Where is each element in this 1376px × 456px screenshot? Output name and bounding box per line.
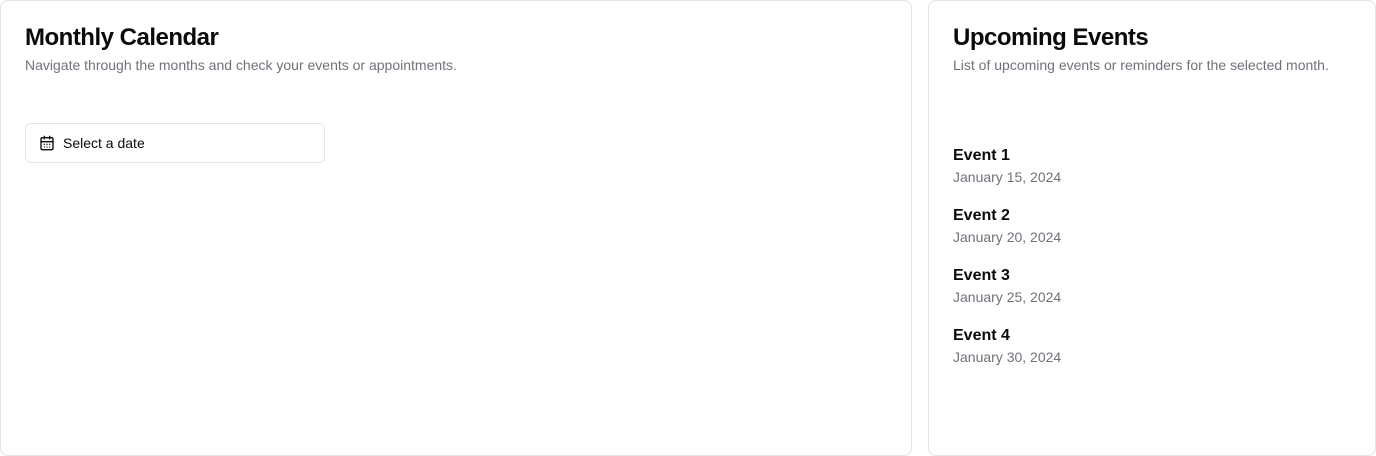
- event-item: Event 1 January 15, 2024: [953, 145, 1061, 205]
- event-item: Event 3 January 25, 2024: [953, 265, 1061, 325]
- event-name: Event 3: [953, 267, 1010, 284]
- events-card-header: Upcoming Events List of upcoming events …: [929, 1, 1375, 75]
- event-item: Event 2 January 20, 2024: [953, 205, 1061, 265]
- events-list: Event 1 January 15, 2024 Event 2 January…: [953, 145, 1061, 385]
- events-description: List of upcoming events or reminders for…: [953, 57, 1329, 73]
- calendar-card-header: Monthly Calendar Navigate through the mo…: [1, 1, 911, 75]
- events-title: Upcoming Events: [953, 24, 1149, 51]
- calendar-card: Monthly Calendar Navigate through the mo…: [0, 0, 912, 456]
- date-picker-label: Select a date: [63, 135, 145, 151]
- event-date: January 30, 2024: [953, 349, 1062, 365]
- event-name: Event 4: [953, 327, 1010, 344]
- event-name: Event 1: [953, 147, 1010, 164]
- event-item: Event 4 January 30, 2024: [953, 325, 1061, 385]
- event-date: January 25, 2024: [953, 289, 1062, 305]
- events-card: Upcoming Events List of upcoming events …: [928, 0, 1376, 456]
- event-name: Event 2: [953, 207, 1010, 224]
- calendar-title: Monthly Calendar: [25, 24, 219, 51]
- date-picker-button[interactable]: Select a date: [25, 123, 325, 163]
- page-layout: Monthly Calendar Navigate through the mo…: [0, 0, 1376, 456]
- event-date: January 20, 2024: [953, 229, 1062, 245]
- calendar-description: Navigate through the months and check yo…: [25, 57, 457, 73]
- event-date: January 15, 2024: [953, 169, 1062, 185]
- calendar-icon: [39, 135, 55, 151]
